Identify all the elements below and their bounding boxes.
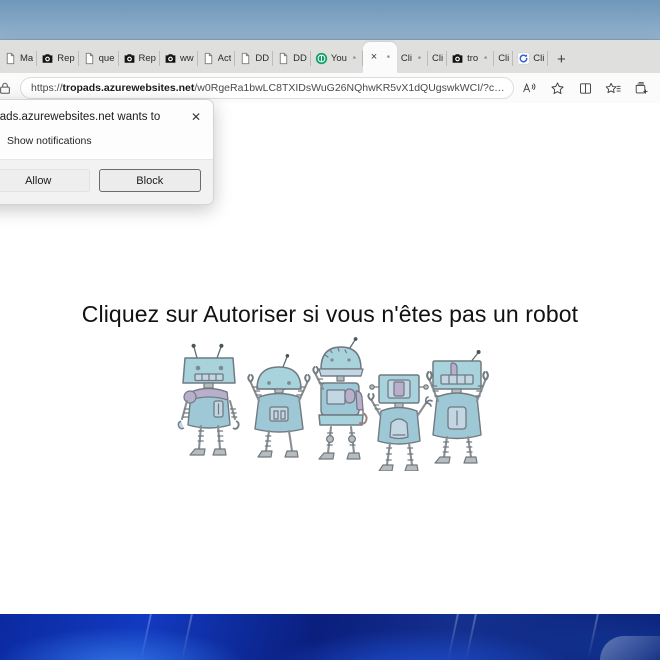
generic-page-icon [4, 52, 17, 65]
tab-separator-dot: • [352, 53, 357, 64]
tab-item[interactable]: Cli [494, 44, 514, 73]
tab-title: Cli [432, 53, 444, 64]
tab-item[interactable]: Rep [37, 44, 79, 73]
tab-item[interactable]: que [79, 44, 119, 73]
read-aloud-icon[interactable] [516, 76, 542, 100]
favorite-star-icon[interactable] [544, 76, 570, 100]
collections-icon[interactable] [628, 76, 654, 100]
site-info-icon[interactable] [0, 77, 16, 99]
tab-item[interactable]: DD [235, 44, 273, 73]
generic-page-icon [239, 52, 252, 65]
notification-permission-dialog: opads.azurewebsites.net wants to ✕ Show … [0, 99, 214, 205]
tab-title: You [330, 53, 347, 64]
five-cartoon-robots-illustration: .bd { fill:#a8d2dc; stroke:#707a81; stro… [173, 331, 493, 471]
close-icon[interactable]: ✕ [188, 109, 204, 125]
tab-item[interactable]: Act [198, 44, 236, 73]
black-camera-icon [123, 52, 136, 65]
allow-button[interactable]: Allow [0, 169, 90, 192]
tab-item[interactable]: ww [160, 44, 198, 73]
tab-close-icon[interactable]: × [367, 51, 381, 65]
wallpaper-corner-highlight [600, 636, 660, 660]
black-camera-icon [451, 52, 464, 65]
generic-page-icon [83, 52, 96, 65]
blue-refresh-icon [517, 52, 530, 65]
tab-title: Ma [20, 53, 34, 64]
tab-item[interactable]: Cli • [397, 44, 428, 73]
black-camera-icon [164, 52, 177, 65]
new-tab-button[interactable]: + [548, 45, 574, 73]
tab-title: tro [467, 53, 479, 64]
permission-option-label: Show notifications [7, 134, 92, 147]
dialog-body: opads.azurewebsites.net wants to ✕ Show … [0, 100, 213, 159]
green-circle-icon [315, 52, 328, 65]
tab-title: ww [179, 53, 194, 64]
favorites-icon[interactable] [600, 76, 626, 100]
split-screen-icon[interactable] [572, 76, 598, 100]
tab-title: DD [255, 53, 270, 64]
tab-title: que [98, 53, 115, 64]
tab-separator-dot: • [417, 53, 422, 64]
desktop-wallpaper-bottom [0, 614, 660, 660]
tab-title: DD [293, 53, 307, 64]
browser-window: Ma Rep que Rep ww Act DD DD You • × • Cli • Cli tro • Cli… [0, 40, 660, 614]
tab-active[interactable]: × • [362, 42, 397, 73]
address-bar[interactable]: https://tropads.azurewebsites.net/w0RgeR… [20, 77, 514, 99]
generic-page-icon [202, 52, 215, 65]
black-camera-icon [41, 52, 54, 65]
tab-item[interactable]: DD [273, 44, 311, 73]
tab-title: Act [217, 53, 232, 64]
wallpaper-bloom [0, 614, 660, 660]
tab-item[interactable]: Ma [0, 44, 38, 73]
dialog-actions: Allow Block [0, 159, 213, 204]
tab-title: Rep [57, 53, 75, 64]
generic-page-icon [277, 52, 290, 65]
tab-separator-dot: • [386, 52, 391, 63]
tab-title: Cli [498, 53, 510, 64]
tab-item[interactable]: Cli [428, 44, 448, 73]
tab-separator-dot: • [483, 53, 488, 64]
url-text: https://tropads.azurewebsites.net/w0RgeR… [31, 82, 505, 94]
tab-title: Cli [533, 53, 545, 64]
permission-option-row: Show notifications [0, 134, 201, 147]
block-button[interactable]: Block [98, 169, 201, 192]
tab-item[interactable]: Rep [119, 44, 160, 73]
tab-item[interactable]: You • [311, 44, 363, 73]
tab-title: Rep [138, 53, 156, 64]
page-title: Cliquez sur Autoriser si vous n'êtes pas… [81, 301, 579, 327]
tab-item[interactable]: Cli [513, 44, 549, 73]
tab-item[interactable]: tro • [447, 44, 495, 73]
dialog-title: opads.azurewebsites.net wants to [0, 111, 161, 123]
tab-title: Cli [400, 53, 412, 64]
tab-strip: Ma Rep que Rep ww Act DD DD You • × • Cli • Cli tro • Cli… [0, 40, 660, 73]
